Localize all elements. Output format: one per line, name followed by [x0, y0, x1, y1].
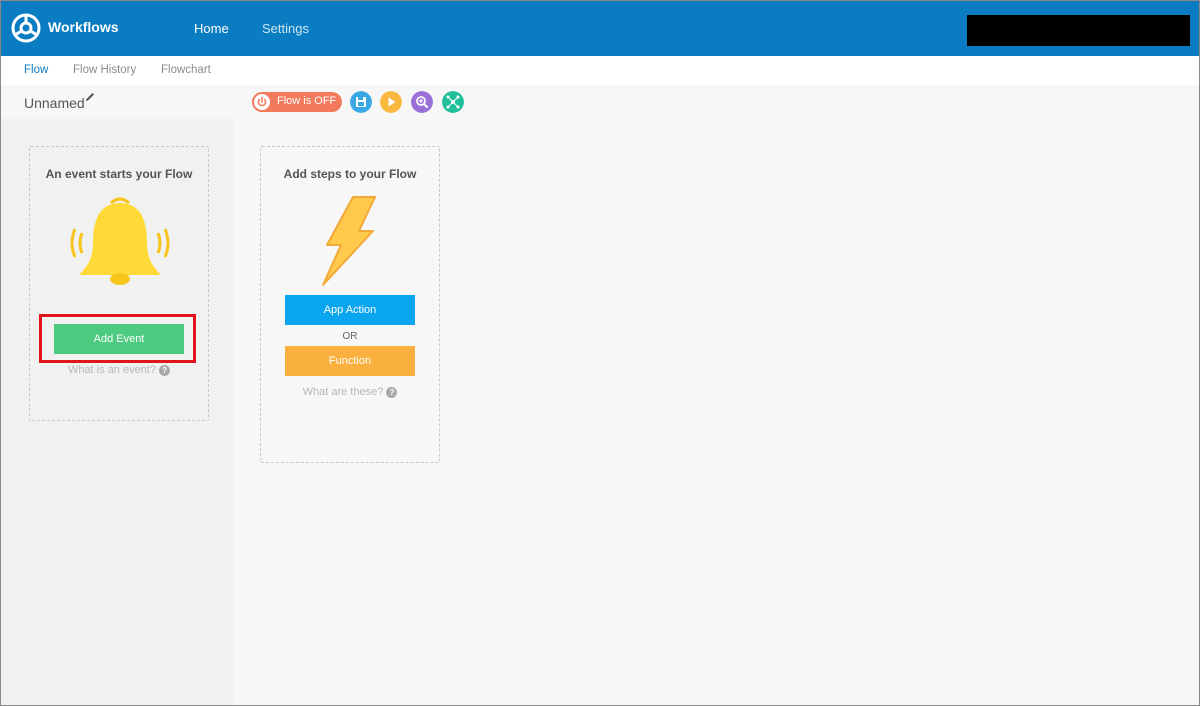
tab-flow-history[interactable]: Flow History [73, 64, 136, 76]
add-event-highlight [39, 314, 196, 363]
app-title: Workflows [48, 19, 119, 35]
steps-card: Add steps to your Flow App Action OR Fun… [260, 146, 440, 463]
event-card: An event starts your Flow Add Event What… [29, 146, 209, 421]
steps-card-title: Add steps to your Flow [283, 167, 417, 181]
flow-toggle-button[interactable]: Flow is OFF [252, 92, 342, 112]
flow-toggle-label: Flow is OFF [277, 95, 337, 107]
help-icon: ? [386, 387, 398, 398]
nav-home[interactable]: Home [194, 21, 229, 36]
function-button[interactable]: Function [285, 346, 415, 376]
save-icon[interactable] [350, 91, 372, 113]
help-icon: ? [159, 365, 171, 376]
or-label: OR [342, 331, 358, 342]
pencil-icon[interactable] [85, 92, 95, 102]
top-header-bar: Workflows Home Settings [1, 1, 1199, 56]
event-help-text: What is an event? [67, 364, 156, 376]
redacted-account-area[interactable] [967, 15, 1190, 46]
tab-flowchart[interactable]: Flowchart [161, 64, 211, 76]
share-icon[interactable] [442, 91, 464, 113]
power-icon [254, 94, 270, 110]
steps-help[interactable]: What are these? ? [261, 386, 439, 398]
steps-help-text: What are these? [302, 386, 384, 398]
event-help[interactable]: What is an event? ? [30, 364, 208, 376]
workflows-logo-icon[interactable] [11, 13, 41, 43]
play-icon[interactable] [380, 91, 402, 113]
lightning-bolt-icon [322, 196, 376, 286]
event-card-title: An event starts your Flow [45, 167, 193, 181]
zoom-icon[interactable] [411, 91, 433, 113]
app-action-button[interactable]: App Action [285, 295, 415, 325]
nav-settings[interactable]: Settings [262, 21, 309, 36]
flow-name[interactable]: Unnamed [24, 95, 85, 111]
sub-navigation: Flow Flow History Flowchart [1, 56, 1199, 85]
tab-flow[interactable]: Flow [24, 64, 48, 76]
bell-icon [70, 197, 170, 285]
